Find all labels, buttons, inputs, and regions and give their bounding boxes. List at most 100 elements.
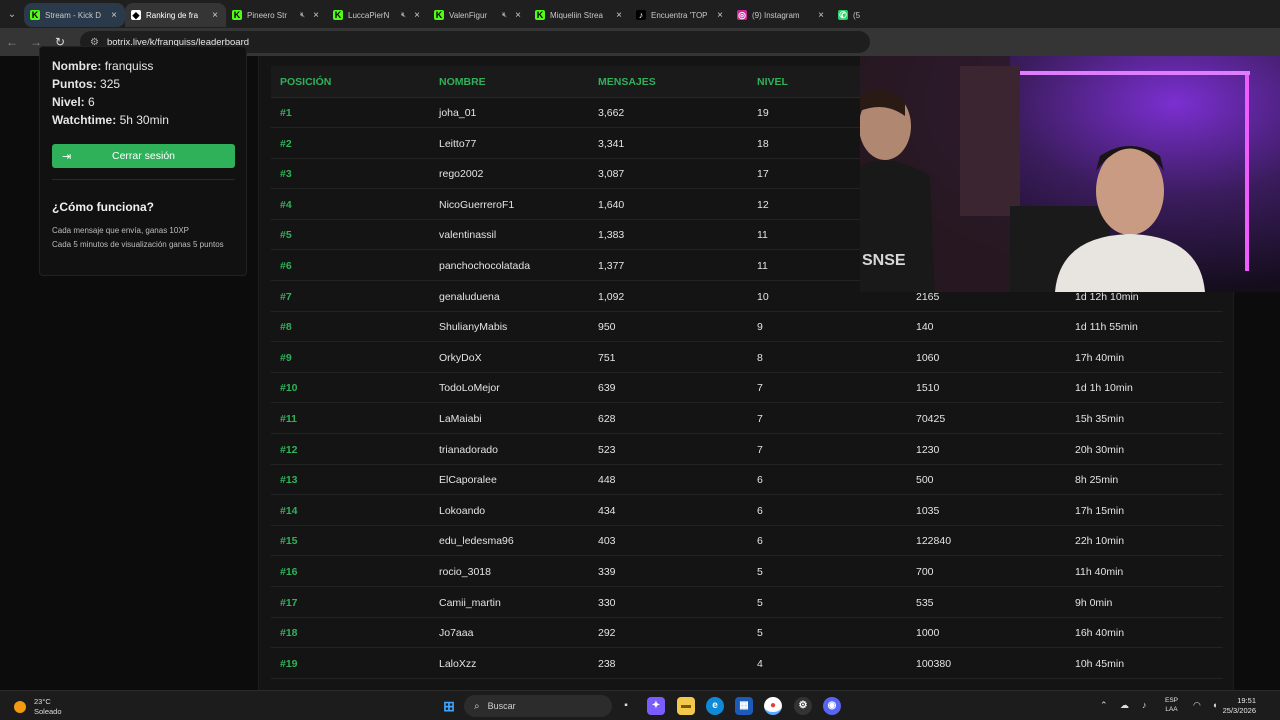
logout-icon: ⇥	[62, 150, 72, 163]
cell-name: trianadorado	[439, 443, 498, 456]
cell-name: NicoGuerreroF1	[439, 198, 515, 211]
cell-messages: 3,662	[598, 107, 625, 119]
taskbar-search[interactable]: ⌕ Buscar	[464, 695, 612, 717]
network-icon[interactable]: ☁	[1120, 700, 1129, 711]
kick-icon: K	[434, 10, 444, 20]
botrix-icon: ◆	[131, 10, 141, 20]
file-explorer-icon[interactable]: ▬	[677, 697, 695, 715]
task-view-icon[interactable]: ▪	[617, 697, 635, 715]
cell-points: 100380	[916, 657, 952, 670]
cell-points: 1230	[916, 443, 940, 456]
tab-title: LuccaPierN	[348, 10, 390, 20]
table-row: #19 LaloXzz 238 4 100380 10h 45min	[271, 649, 1223, 679]
cell-name: Camii_martin	[439, 596, 501, 609]
table-row: #11 LaMaiabi 628 7 70425 15h 35min	[271, 404, 1223, 434]
kick-icon: K	[232, 10, 242, 20]
close-tab-icon[interactable]: ×	[715, 10, 725, 21]
app-icon[interactable]: ⚙	[794, 697, 812, 715]
webcam-overlay: SNSE	[860, 56, 1280, 292]
cell-watchtime: 17h 15min	[1075, 504, 1125, 517]
browser-tab[interactable]: K LuccaPierN 🔇︎ ×	[327, 3, 428, 27]
wifi-icon[interactable]: ◠	[1193, 700, 1201, 711]
cell-points: 140	[916, 321, 934, 334]
browser-tab[interactable]: K Pineero Str 🔇︎ ×	[226, 3, 327, 27]
cell-watchtime: 1d 12h 10min	[1075, 290, 1139, 303]
profile-points: Puntos: 325	[52, 77, 121, 91]
browser-tab[interactable]: K Miqueliin Strea ×	[529, 3, 630, 27]
cell-messages: 1,640	[598, 198, 625, 211]
cell-watchtime: 1d 1h 10min	[1075, 382, 1133, 395]
cell-position: #15	[280, 535, 298, 548]
cell-points: 700	[916, 566, 934, 578]
browser-tab[interactable]: ◎ (9) Instagram ×	[731, 3, 832, 27]
cell-level: 5	[757, 566, 763, 578]
cell-position: #4	[280, 198, 292, 211]
cell-points: 1035	[916, 504, 940, 517]
language-indicator[interactable]: ESP LAA	[1165, 696, 1178, 714]
cell-messages: 628	[598, 413, 616, 425]
cell-level: 10	[757, 290, 769, 303]
tab-title: Ranking de fra	[146, 10, 199, 20]
cell-name: joha_01	[439, 107, 477, 119]
muted-icon[interactable]: 🔇︎	[502, 10, 507, 20]
kick-icon: K	[30, 10, 40, 20]
close-tab-icon[interactable]: ×	[210, 10, 220, 21]
table-row: #14 Lokoando 434 6 1035 17h 15min	[271, 496, 1223, 526]
cell-watchtime: 15h 35min	[1075, 413, 1125, 425]
back-icon[interactable]: ←	[0, 35, 24, 49]
muted-icon[interactable]: 🔇︎	[300, 10, 305, 20]
cell-watchtime: 17h 40min	[1075, 351, 1125, 364]
cell-points: 1000	[916, 627, 940, 640]
muted-icon[interactable]: 🔇︎	[401, 10, 406, 20]
tiktok-icon: ♪	[636, 10, 646, 20]
cell-points: 1510	[916, 382, 940, 395]
browser-tab[interactable]: K ValenFigur 🔇︎ ×	[428, 3, 529, 27]
close-tab-icon[interactable]: ×	[816, 10, 826, 21]
cell-level: 6	[757, 535, 763, 548]
cell-position: #1	[280, 107, 292, 119]
cell-messages: 950	[598, 321, 616, 334]
cell-messages: 339	[598, 566, 616, 578]
cell-name: TodoLoMejor	[439, 382, 500, 395]
cell-watchtime: 20h 30min	[1075, 443, 1125, 456]
clock[interactable]: 19:51 25/3/2026	[1223, 696, 1256, 716]
tab-title: Stream - Kick D	[45, 10, 102, 20]
weather-widget[interactable]: 23°C Soleado	[14, 697, 62, 717]
close-tab-icon[interactable]: ×	[109, 10, 119, 21]
store-icon[interactable]: ▦	[735, 697, 753, 715]
cell-points: 122840	[916, 535, 952, 548]
close-tab-icon[interactable]: ×	[513, 10, 523, 21]
edge-icon[interactable]: e	[706, 697, 724, 715]
cell-name: ElCaporalee	[439, 474, 497, 487]
close-tab-icon[interactable]: ×	[614, 10, 624, 21]
cell-name: rocio_3018	[439, 566, 491, 578]
copilot-icon[interactable]: ✦	[647, 697, 665, 715]
cell-level: 4	[757, 657, 763, 670]
cell-level: 8	[757, 351, 763, 364]
cell-position: #5	[280, 229, 292, 242]
mic-icon[interactable]: ♪	[1142, 700, 1147, 710]
close-tab-icon[interactable]: ×	[311, 10, 321, 21]
cell-name: rego2002	[439, 168, 484, 181]
browser-tab[interactable]: ◆ Ranking de fra ×	[125, 3, 226, 27]
browser-tab[interactable]: ✆ (5	[832, 3, 933, 27]
speaker-icon[interactable]: ◖	[1212, 700, 1217, 710]
tab-search-icon[interactable]: ⌄	[0, 0, 24, 28]
cell-level: 19	[757, 107, 769, 119]
close-tab-icon[interactable]: ×	[412, 10, 422, 21]
chrome-icon[interactable]: ●	[764, 697, 782, 715]
weather-temp: 23°C	[34, 697, 51, 706]
cell-messages: 238	[598, 657, 616, 670]
browser-tab[interactable]: ♪ Encuentra 'TOP ×	[630, 3, 731, 27]
tab-title: Encuentra 'TOP	[651, 10, 708, 20]
cell-position: #12	[280, 443, 298, 456]
cell-messages: 751	[598, 351, 616, 364]
logout-button[interactable]: ⇥ Cerrar sesión	[52, 144, 235, 168]
windows-start-icon[interactable]: ⊞	[440, 697, 458, 715]
cell-messages: 434	[598, 504, 616, 517]
discord-icon[interactable]: ◉	[823, 697, 841, 715]
how-line-watching: Cada 5 minutos de visualización ganas 5 …	[52, 240, 224, 249]
tray-chevron-icon[interactable]: ⌃	[1100, 700, 1108, 711]
cell-level: 7	[757, 443, 763, 456]
browser-tab[interactable]: K Stream - Kick D ×	[24, 3, 125, 27]
